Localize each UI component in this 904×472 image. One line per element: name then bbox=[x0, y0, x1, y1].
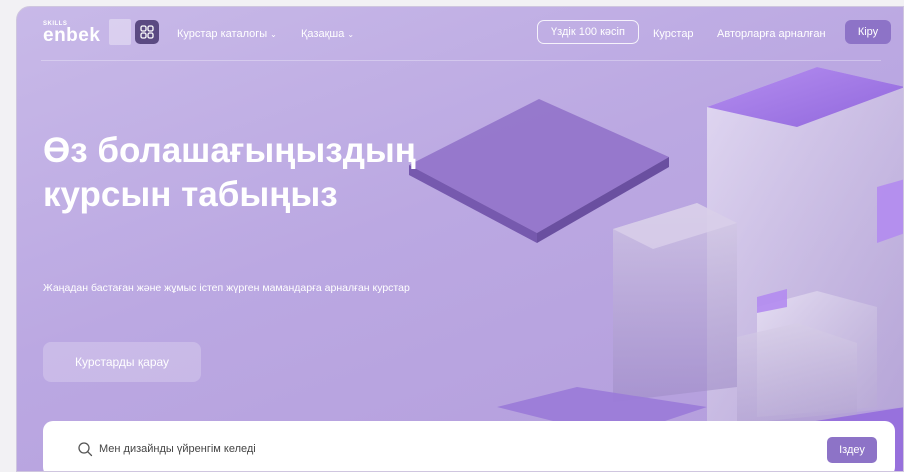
apps-grid-icon bbox=[140, 25, 154, 39]
hero-subtitle: Жаңадан бастаған және жұмыс істеп жүрген… bbox=[43, 282, 410, 294]
search-button[interactable]: Іздеу bbox=[827, 437, 877, 463]
nav-catalog-dropdown[interactable]: Курстар каталогы ⌄ bbox=[177, 28, 277, 40]
browser-frame: SKILLS enbek Курстар каталогы ⌄ Қазақша ⌄ … bbox=[16, 6, 904, 472]
login-button[interactable]: Кіру bbox=[845, 20, 891, 44]
hero-title: Өз болашағыңыздың курсын табыңыз bbox=[43, 131, 416, 214]
chevron-down-icon: ⌄ bbox=[270, 30, 277, 39]
logo-main-text: enbek bbox=[43, 25, 101, 46]
language-dropdown[interactable]: Қазақша ⌄ bbox=[301, 28, 354, 40]
nav-for-authors-link[interactable]: Авторларға арналған bbox=[717, 28, 826, 40]
header-divider bbox=[41, 60, 881, 61]
top-professions-button[interactable]: Үздік 100 кәсіп bbox=[537, 20, 639, 44]
language-label: Қазақша bbox=[301, 28, 345, 40]
chevron-down-icon: ⌄ bbox=[347, 30, 355, 39]
search-input[interactable]: Мен дизайнды үйренгім келеді bbox=[99, 443, 256, 455]
hero-illustration bbox=[409, 67, 903, 471]
site-header: SKILLS enbek Курстар каталогы ⌄ Қазақша ⌄ … bbox=[17, 7, 903, 59]
nav-courses-link[interactable]: Курстар bbox=[653, 28, 694, 40]
logo-mark bbox=[109, 19, 131, 45]
apps-grid-button[interactable] bbox=[135, 20, 159, 44]
search-icon bbox=[78, 442, 93, 457]
logo[interactable]: SKILLS enbek bbox=[43, 19, 133, 46]
view-courses-button[interactable]: Курстарды қарау bbox=[43, 342, 201, 382]
search-bar[interactable]: Мен дизайнды үйренгім келеді Іздеу bbox=[43, 421, 895, 471]
nav-catalog-label: Курстар каталогы bbox=[177, 28, 268, 40]
